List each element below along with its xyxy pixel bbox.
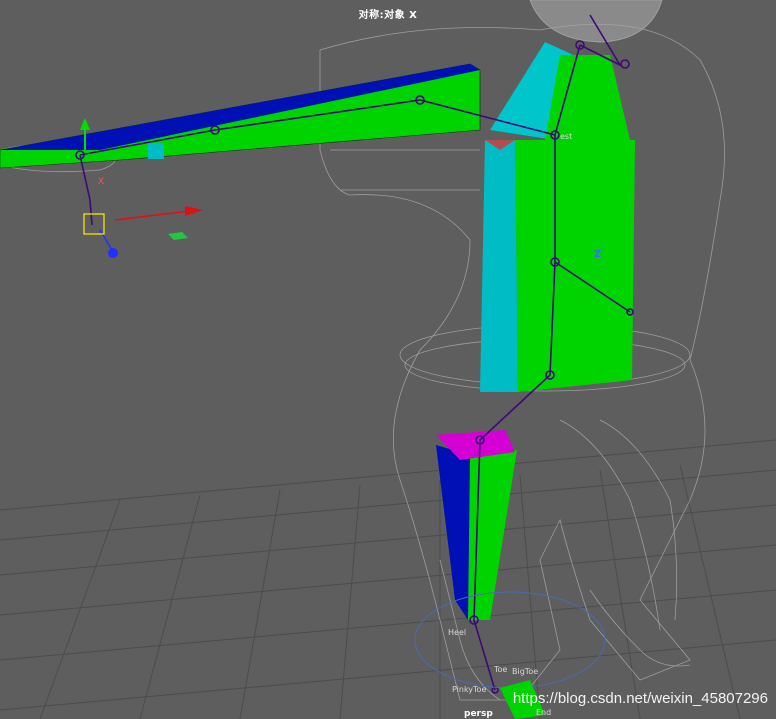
- joint-label-end: End: [536, 708, 552, 717]
- viewport-title: 对称:对象 X: [358, 10, 418, 21]
- joint-label-pinkytoe: PinkyToe: [452, 685, 487, 694]
- floor-grid: [0, 439, 776, 719]
- scene-canvas[interactable]: [0, 0, 776, 719]
- arm-segment[interactable]: [0, 63, 481, 169]
- joint-label-bigtoe: BigToe: [512, 667, 539, 676]
- joint-label-toe: Toe: [494, 665, 508, 674]
- joint-label-heel: Heel: [448, 628, 467, 637]
- axis-z-label: Z: [594, 249, 602, 260]
- foot-control-ring[interactable]: [414, 591, 606, 689]
- maya-viewport[interactable]: 对称:对象 X est Heel Toe BigToe PinkyToe End…: [0, 0, 776, 719]
- axis-x-label: X: [98, 177, 105, 187]
- watermark-text: https://blog.csdn.net/weixin_45807296: [512, 690, 768, 707]
- camera-name: persp: [464, 709, 493, 719]
- torso-segment[interactable]: [480, 55, 635, 392]
- joint-label-chest: est: [560, 132, 573, 141]
